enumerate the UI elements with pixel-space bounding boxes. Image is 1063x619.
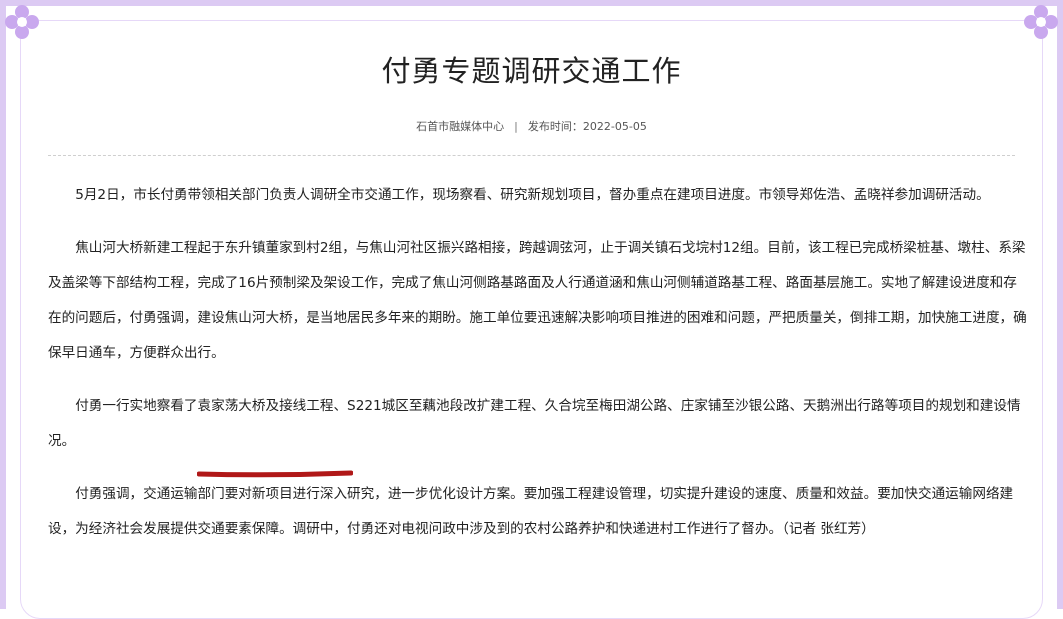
article-source: 石首市融媒体中心 (416, 120, 505, 133)
meta-separator: | (514, 120, 518, 133)
article-body: 5月2日，市长付勇带领相关部门负责人调研全市交通工作，现场察看、研究新规划项目，… (48, 178, 1028, 565)
publish-time: 发布时间：2022-05-05 (527, 120, 647, 133)
flower-icon (1024, 5, 1058, 39)
paragraph: 付勇一行实地察看了袁家荡大桥及接线工程、S221城区至藕池段改扩建工程、久合垸至… (48, 398, 1021, 449)
flower-icon (5, 5, 39, 39)
article-title: 付勇专题调研交通工作 (381, 54, 682, 88)
divider (48, 155, 1015, 156)
article-meta: 石首市融媒体中心 | 发布时间：2022-05-05 (0, 118, 1063, 134)
paragraph: 5月2日，市长付勇带领相关部门负责人调研全市交通工作，现场察看、研究新规划项目，… (75, 187, 990, 203)
red-underline-annotation (197, 470, 353, 478)
paragraph: 焦山河大桥新建工程起于东升镇董家到村2组，与焦山河社区振兴路相接，跨越调弦河，止… (48, 240, 1027, 361)
paragraph: 付勇强调，交通运输部门要对新项目进行深入研究，进一步优化设计方案。要加强工程建设… (48, 486, 1014, 537)
